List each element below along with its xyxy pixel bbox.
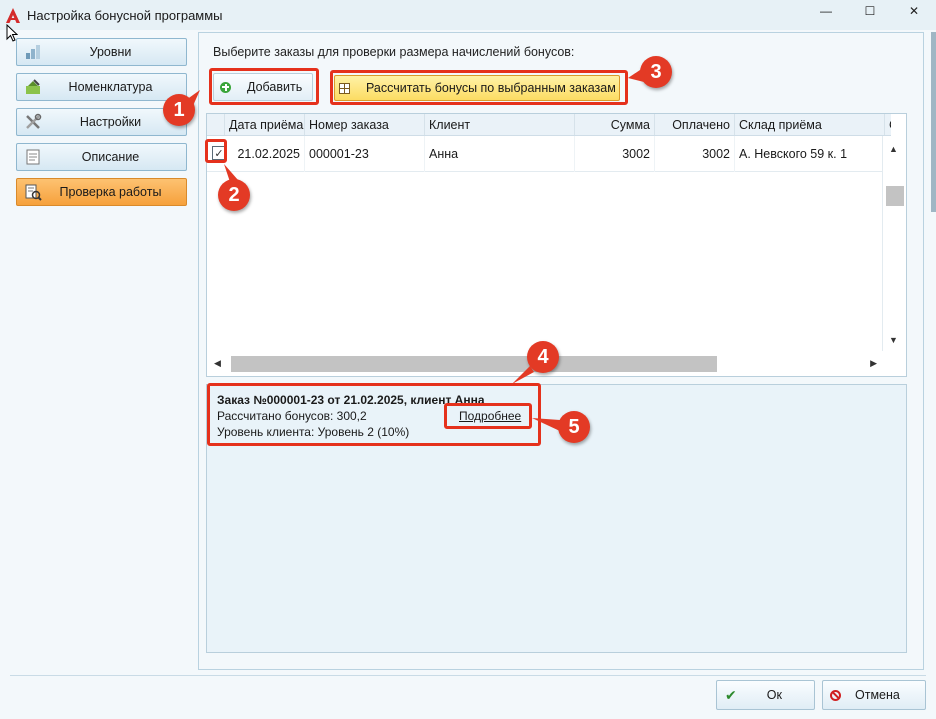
column-header-checkbox [207,114,225,135]
vertical-scrollbar[interactable]: ▲ ▼ [882,136,906,351]
column-header-warehouse[interactable]: Склад приёма [735,114,885,135]
minimize-button[interactable]: — [804,0,848,22]
scroll-down-icon[interactable]: ▼ [889,335,898,345]
column-header-paid[interactable]: Оплачено [655,114,735,135]
cell-paid: 3002 [655,136,735,172]
cell-order: 000001-23 [305,136,425,172]
sidebar-nav: Уровни Номенклатура Настройки Описание П… [16,38,187,213]
sidebar-item-description[interactable]: Описание [16,143,187,171]
sidebar-item-label: Описание [81,150,140,164]
column-header-extra[interactable]: Ск [885,114,891,135]
window-title: Настройка бонусной программы [27,7,223,23]
cell-sum: 3002 [575,136,655,172]
main-panel: Выберите заказы для проверки размера нач… [198,32,924,670]
cell-client: Анна [425,136,575,172]
column-header-date[interactable]: Дата приёма [225,114,305,135]
nomenclature-icon [24,78,42,96]
table-row[interactable]: ✓ 21.02.2025 000001-23 Анна 3002 3002 А.… [207,136,883,172]
scroll-left-icon[interactable]: ◀ [214,358,221,369]
sidebar-item-levels[interactable]: Уровни [16,38,187,66]
annotation-marker-4: 4 [527,341,559,373]
annotation-box-3 [330,70,628,105]
sidebar-item-settings[interactable]: Настройки [16,108,187,136]
grid-header: Дата приёма Номер заказа Клиент Сумма Оп… [207,114,891,136]
sidebar-item-label: Настройки [79,115,142,129]
sidebar-item-check-work[interactable]: Проверка работы [16,178,187,206]
ok-button-label: Ок [766,688,782,702]
horizontal-scroll-thumb[interactable] [231,356,717,372]
annotation-marker-3: 3 [640,56,672,88]
scroll-right-icon[interactable]: ▶ [870,358,877,369]
sidebar-item-label: Уровни [89,45,132,59]
sidebar-item-label: Проверка работы [59,185,162,199]
ok-button[interactable]: ✔ Ок [716,680,815,710]
vertical-scroll-thumb[interactable] [886,186,904,206]
cancel-button[interactable]: Отмена [822,680,926,710]
column-header-order[interactable]: Номер заказа [305,114,425,135]
title-bar: Настройка бонусной программы — ☐ ✕ [0,0,936,30]
cancel-button-label: Отмена [855,688,900,702]
levels-icon [24,43,42,61]
sidebar-item-label: Номенклатура [68,80,153,94]
annotation-marker-2: 2 [218,179,250,211]
annotation-marker-1: 1 [163,94,195,126]
cell-warehouse: А. Невского 59 к. 1 [735,136,883,172]
app-logo-icon [5,7,21,23]
footer-divider [10,675,926,676]
check-work-icon [24,183,42,201]
background-window-edge [931,32,936,212]
orders-grid: Дата приёма Номер заказа Клиент Сумма Оп… [206,113,907,377]
annotation-box-2 [205,139,227,163]
close-button[interactable]: ✕ [892,0,936,22]
maximize-button[interactable]: ☐ [848,0,892,22]
annotation-marker-5: 5 [558,411,590,443]
instruction-text: Выберите заказы для проверки размера нач… [213,45,575,59]
cancel-icon [830,689,841,701]
cell-date: 21.02.2025 [225,136,305,172]
settings-tools-icon [24,113,42,131]
annotation-box-5 [444,403,532,429]
column-header-sum[interactable]: Сумма [575,114,655,135]
check-icon: ✔ [725,686,737,703]
sidebar-item-nomenclature[interactable]: Номенклатура [16,73,187,101]
document-icon [24,148,42,166]
column-header-client[interactable]: Клиент [425,114,575,135]
annotation-box-1 [209,68,319,105]
scroll-up-icon[interactable]: ▲ [889,144,898,154]
